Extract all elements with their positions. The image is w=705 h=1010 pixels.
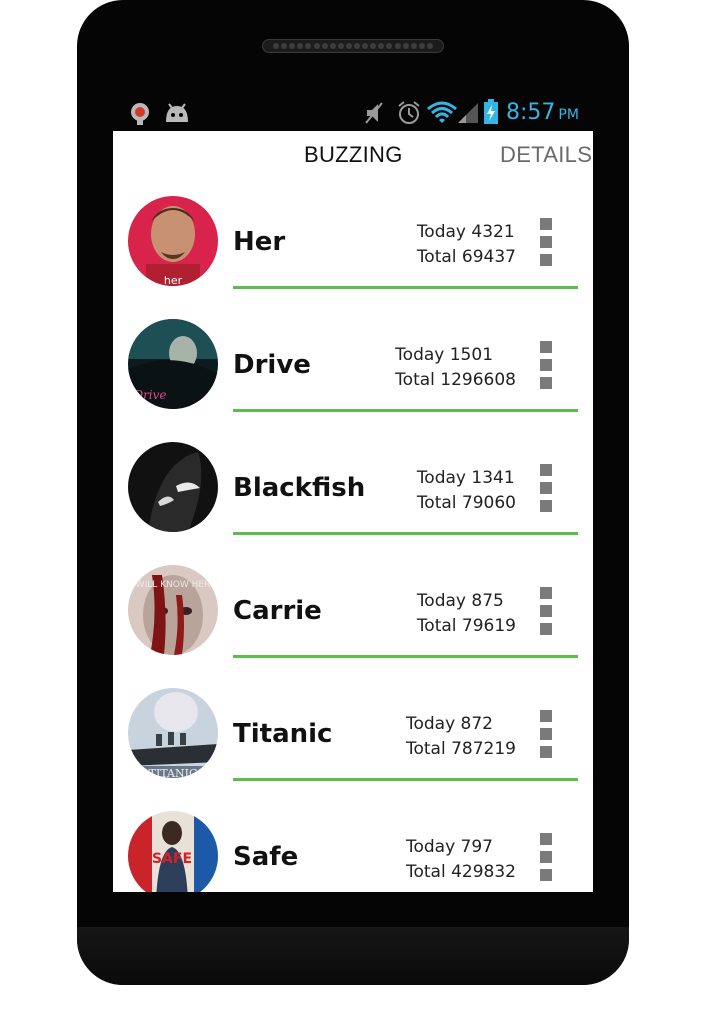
- today-count: Today 872: [405, 714, 494, 734]
- overflow-menu-icon[interactable]: [540, 218, 552, 266]
- overflow-menu-icon[interactable]: [540, 464, 552, 512]
- android-icon: [163, 102, 191, 128]
- wifi-icon: [427, 96, 457, 130]
- poster-thumbnail: [128, 442, 218, 532]
- row-divider: [233, 286, 578, 289]
- overflow-menu-icon[interactable]: [540, 587, 552, 635]
- row-divider: [233, 532, 578, 535]
- battery-charging-icon: [483, 96, 499, 130]
- today-count: Today 4321: [416, 222, 515, 242]
- today-count: Today 1501: [395, 345, 494, 365]
- total-count: Total 429832: [405, 862, 516, 882]
- total-count: Total 69437: [416, 247, 516, 267]
- mute-icon: [363, 96, 385, 130]
- clock-time: 8:57: [506, 100, 556, 125]
- row-divider: [233, 778, 578, 781]
- total-count: Total 787219: [405, 739, 516, 759]
- row-divider: [233, 655, 578, 658]
- speaker-grille: [262, 39, 444, 53]
- tab-details[interactable]: DETAILS: [500, 142, 592, 168]
- row-divider: [233, 409, 578, 412]
- poster-thumbnail: SAFE: [128, 811, 218, 892]
- poster-thumbnail: Drive: [128, 319, 218, 409]
- poster-caption: Drive: [132, 388, 166, 402]
- poster-thumbnail: her: [128, 196, 218, 286]
- phone-chin: [77, 927, 629, 985]
- overflow-menu-icon[interactable]: [540, 833, 552, 881]
- app-notification-icon: [129, 102, 151, 130]
- poster-caption: her: [164, 274, 183, 286]
- total-count: Total 1296608: [395, 370, 516, 390]
- tab-buzzing[interactable]: BUZZING: [304, 142, 403, 168]
- movie-stats: Today 872 Total 787219: [406, 712, 516, 762]
- movie-row[interactable]: her Her Today 4321 Total 69437: [113, 196, 593, 319]
- movie-title: Blackfish: [233, 473, 366, 503]
- movie-stats: Today 875 Total 79619: [417, 589, 516, 639]
- movie-stats: Today 1501 Total 1296608: [395, 343, 516, 393]
- overflow-menu-icon[interactable]: [540, 710, 552, 758]
- status-bar: 8:57 PM: [113, 96, 593, 130]
- poster-thumbnail: TITANIC: [128, 688, 218, 778]
- movie-row[interactable]: Blackfish Today 1341 Total 79060: [113, 442, 593, 565]
- poster-caption: TITANIC: [149, 767, 198, 778]
- movie-title: Titanic: [233, 719, 333, 749]
- total-count: Total 79060: [416, 493, 516, 513]
- app-screen: BUZZING DETAILS her Her Today 4321 Total…: [113, 131, 593, 892]
- movie-title: Drive: [233, 350, 311, 380]
- movie-title: Carrie: [233, 596, 322, 626]
- clock-ampm: PM: [558, 107, 579, 123]
- movie-title: Safe: [233, 842, 299, 872]
- movie-row[interactable]: WILL KNOW HER Carrie Today 875 Total 796…: [113, 565, 593, 688]
- movie-row[interactable]: SAFE Safe Today 797 Total 429832: [113, 811, 593, 892]
- today-count: Today 1341: [416, 468, 515, 488]
- movie-row[interactable]: TITANIC Titanic Today 872 Total 787219: [113, 688, 593, 811]
- movie-stats: Today 4321 Total 69437: [417, 220, 516, 270]
- signal-icon: [457, 96, 479, 130]
- poster-caption: WILL KNOW HER: [136, 580, 211, 590]
- today-count: Today 797: [405, 837, 494, 857]
- alarm-icon: [397, 96, 421, 130]
- today-count: Today 875: [416, 591, 504, 611]
- tab-bar: BUZZING DETAILS: [113, 131, 593, 181]
- status-clock: 8:57 PM: [506, 100, 579, 125]
- movie-row[interactable]: Drive Drive Today 1501 Total 1296608: [113, 319, 593, 442]
- total-count: Total 79619: [416, 616, 516, 636]
- poster-thumbnail: WILL KNOW HER: [128, 565, 218, 655]
- movie-stats: Today 797 Total 429832: [406, 835, 516, 885]
- overflow-menu-icon[interactable]: [540, 341, 552, 389]
- poster-caption: SAFE: [152, 851, 192, 867]
- movie-title: Her: [233, 227, 286, 257]
- movie-stats: Today 1341 Total 79060: [417, 466, 516, 516]
